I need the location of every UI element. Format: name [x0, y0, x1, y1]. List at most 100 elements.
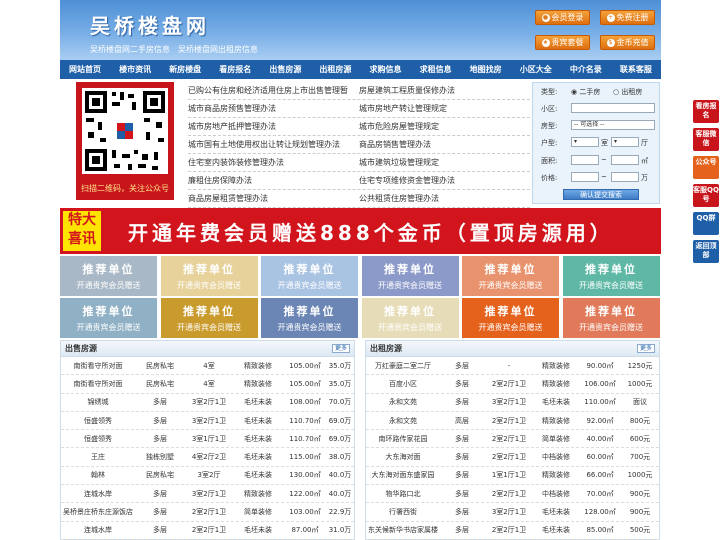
- hall-select[interactable]: ▾: [611, 137, 639, 147]
- nav-contact[interactable]: 联系客服: [611, 60, 661, 79]
- listing-row[interactable]: 南环路传家花园 多层 2室2厅1卫 简单装修 40.00㎡ 600元: [366, 430, 659, 449]
- recommended-unit-tile[interactable]: 推荐单位 开通贵宾会员赠送: [261, 256, 358, 296]
- sale-more-button[interactable]: 更多: [332, 344, 350, 353]
- nav-agents[interactable]: 中介名录: [561, 60, 611, 79]
- listing-cell: 中档装修: [542, 489, 570, 498]
- nav-viewing-signup[interactable]: 看房报名: [210, 60, 260, 79]
- listing-cell: 3室2厅1卫: [491, 508, 527, 517]
- listing-row[interactable]: 王庄 独栋别墅 4室2厅2卫 毛坯未装 115.00㎡ 38.0万: [61, 448, 354, 467]
- listing-row[interactable]: 恒盛领秀 多层 3室2厅1卫 毛坯未装 110.70㎡ 69.0万: [61, 412, 354, 431]
- policy-link[interactable]: 城市危险房屋管理规定: [359, 121, 530, 132]
- side-button[interactable]: 客服QQ号: [693, 184, 719, 207]
- promo-banner[interactable]: 特大 喜讯 开通年费会员赠送888个金币（置顶房源用）: [60, 208, 661, 254]
- recommended-unit-tile[interactable]: 推荐单位 开通贵宾会员赠送: [60, 256, 157, 296]
- nav-communities[interactable]: 小区大全: [511, 60, 561, 79]
- recommended-unit-tile[interactable]: 推荐单位 开通贵宾会员赠送: [60, 298, 157, 338]
- listing-cell: 40.0万: [328, 489, 352, 498]
- listing-cell: 2室2厅1卫: [491, 416, 527, 425]
- area-unit: ㎡: [641, 157, 648, 165]
- listing-row[interactable]: 永和文苑 多层 3室2厅1卫 毛坯未装 110.00㎡ 面议: [366, 394, 659, 412]
- radio-rent[interactable]: ○ 出租房: [613, 87, 642, 97]
- policy-link[interactable]: 廉租住房保障办法: [188, 175, 359, 186]
- listing-cell: 连城水岸: [84, 489, 112, 498]
- recommended-unit-tile[interactable]: 推荐单位 开通贵宾会员赠送: [462, 256, 559, 296]
- tile-subtitle: 开通贵宾会员赠送: [579, 281, 643, 290]
- listing-row[interactable]: 南街看守所对面 民房私宅 4室 精致装修 105.00㎡ 35.0万: [61, 357, 354, 376]
- nav-news[interactable]: 楼市资讯: [110, 60, 160, 79]
- listing-row[interactable]: 万红豪庭二室二厅 多层 - 精致装修 90.00㎡ 1250元: [366, 357, 659, 376]
- side-button[interactable]: 返回顶部: [693, 240, 719, 263]
- search-submit-button[interactable]: 确认提交搜索: [563, 189, 639, 200]
- rent-more-button[interactable]: 更多: [637, 344, 655, 353]
- listing-row[interactable]: 大东海对面 多层 2室2厅1卫 中档装修 60.00㎡ 700元: [366, 448, 659, 467]
- recommended-unit-tile[interactable]: 推荐单位 开通贵宾会员赠送: [160, 298, 258, 338]
- listing-row[interactable]: 行署西街 多层 3室2厅1卫 毛坯未装 128.00㎡ 900元: [366, 503, 659, 522]
- policy-link[interactable]: 城市房地产抵押管理办法: [188, 121, 359, 132]
- room-select[interactable]: ▾: [571, 137, 599, 147]
- area-min-input[interactable]: [571, 155, 599, 165]
- listing-row[interactable]: 连城水岸 多层 3室2厅1卫 精致装修 122.00㎡ 40.0万: [61, 485, 354, 504]
- listing-row[interactable]: 连城水岸 多层 2室2厅1卫 毛坯未装 87.00㎡ 31.0万: [61, 522, 354, 540]
- listing-row[interactable]: 恒盛领秀 多层 3室1厅1卫 毛坯未装 110.70㎡ 69.0万: [61, 430, 354, 449]
- recommended-unit-tile[interactable]: 推荐单位 开通贵宾会员赠送: [361, 298, 459, 338]
- listing-cell: 105.00㎡: [289, 379, 321, 388]
- recommended-unit-tile[interactable]: 推荐单位 开通贵宾会员赠送: [462, 298, 559, 338]
- area-max-input[interactable]: [611, 155, 639, 165]
- policy-link[interactable]: 住宅室内装饰装修管理办法: [188, 157, 359, 168]
- listing-cell: 700元: [629, 453, 651, 462]
- nav-map[interactable]: 地图找房: [461, 60, 511, 79]
- listing-row[interactable]: 锦绣城 多层 3室2厅1卫 毛坯未装 108.00㎡ 70.0万: [61, 394, 354, 412]
- register-button[interactable]: + 免费注册: [600, 10, 655, 25]
- listing-row[interactable]: 东关候新华书店家属楼 多层 2室2厅1卫 毛坯未装 85.00㎡ 500元: [366, 522, 659, 540]
- policy-link[interactable]: 城市国有土地使用权出让转让规划管理办法: [188, 139, 359, 150]
- policy-link[interactable]: 已购公有住房和经济适用住房上市出售管理暂: [188, 85, 359, 96]
- side-button[interactable]: 看房报名: [693, 100, 719, 123]
- policy-link[interactable]: 住宅专项维修资金管理办法: [359, 175, 530, 186]
- nav-new-homes[interactable]: 新房楼盘: [160, 60, 210, 79]
- tile-subtitle: 开通贵宾会员赠送: [76, 323, 141, 332]
- listing-cell: 精致装修: [244, 361, 272, 370]
- login-button[interactable]: ● 会员登录: [535, 10, 590, 25]
- nav-home[interactable]: 网站首页: [60, 60, 110, 79]
- listing-row[interactable]: 翰林 民房私宅 3室2厅 毛坯未装 130.00㎡ 40.0万: [61, 467, 354, 486]
- nav-wanted-rent[interactable]: 求租信息: [411, 60, 461, 79]
- listing-row[interactable]: 永和文苑 高层 2室2厅1卫 精致装修 92.00㎡ 800元: [366, 412, 659, 431]
- policy-link[interactable]: 城市商品房预售管理办法: [188, 103, 359, 114]
- policy-link[interactable]: 城市建筑垃圾管理规定: [359, 157, 530, 168]
- recommended-unit-tile[interactable]: 推荐单位 开通贵宾会员赠送: [562, 256, 660, 296]
- price-min-input[interactable]: [571, 172, 599, 182]
- sale-rows: 南街看守所对面 民房私宅 4室 精致装修 105.00㎡ 35.0万 南街看守所对面 民房私宅…: [61, 357, 354, 540]
- listing-row[interactable]: 大东海对面东盛家园 多层 1室1厅1卫 精致装修 66.00㎡ 1000元: [366, 467, 659, 486]
- listing-row[interactable]: 物华路口北 多层 2室2厅1卫 中档装修 70.00㎡ 900元: [366, 485, 659, 504]
- side-button[interactable]: QQ群: [693, 212, 719, 235]
- coin-recharge-button[interactable]: $ 金币充值: [600, 35, 655, 50]
- policy-link[interactable]: 城市房地产转让管理规定: [359, 103, 530, 114]
- radio-sell[interactable]: ◉ 二手房: [571, 87, 600, 97]
- side-button[interactable]: 客服微信: [693, 128, 719, 151]
- policy-link[interactable]: 商品房屋租赁管理办法: [188, 193, 359, 204]
- vip-package-button[interactable]: ★ 贵宾套餐: [535, 35, 590, 50]
- policy-link[interactable]: 商品房销售管理办法: [359, 139, 530, 150]
- policy-link[interactable]: 公共租赁住房管理办法: [359, 193, 530, 204]
- recommended-unit-tile[interactable]: 推荐单位 开通贵宾会员赠送: [361, 256, 459, 296]
- listing-cell: 毛坯未装: [244, 434, 272, 443]
- recommended-unit-tile[interactable]: 推荐单位 开通贵宾会员赠送: [562, 298, 660, 338]
- listing-row[interactable]: 百度小区 多层 2室2厅1卫 精致装修 106.00㎡ 1000元: [366, 375, 659, 394]
- policy-link[interactable]: 房屋建筑工程质量保修办法: [359, 85, 530, 96]
- recommended-unit-tile[interactable]: 推荐单位 开通贵宾会员赠送: [261, 298, 358, 338]
- price-max-input[interactable]: [611, 172, 639, 182]
- listing-row[interactable]: 南街看守所对面 民房私宅 4室 精致装修 105.00㎡ 35.0万: [61, 375, 354, 394]
- recommended-unit-tile[interactable]: 推荐单位 开通贵宾会员赠送: [160, 256, 258, 296]
- building-select[interactable]: -- 可选择 --: [571, 120, 655, 130]
- building-label: 房型:: [541, 122, 558, 130]
- side-button[interactable]: 公众号: [693, 156, 719, 179]
- nav-for-rent[interactable]: 出租房源: [310, 60, 360, 79]
- nav-for-sale[interactable]: 出售房源: [260, 60, 310, 79]
- listing-cell: 3室2厅1卫: [191, 416, 227, 425]
- community-input[interactable]: [571, 103, 655, 113]
- site-slogan: 吴桥楼盘网二手房信息 吴桥楼盘网出租房信息: [90, 45, 258, 54]
- listing-cell: 南环路传家花园: [378, 434, 428, 443]
- site-logo[interactable]: 吴桥楼盘网: [90, 10, 210, 39]
- listing-row[interactable]: 吴桥景庄桥东庄源饭店 多层 2室2厅1卫 简单装修 103.00㎡ 22.9万: [61, 503, 354, 522]
- nav-wanted-buy[interactable]: 求购信息: [360, 60, 410, 79]
